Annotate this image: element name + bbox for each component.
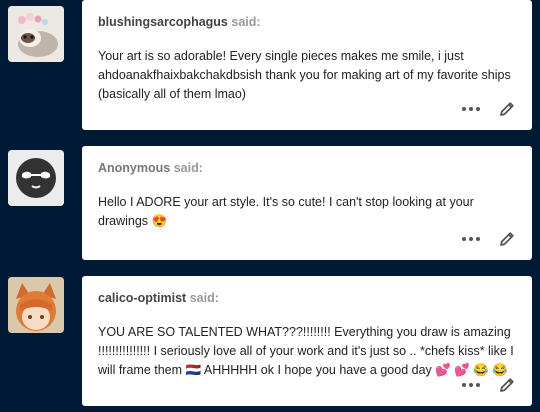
ask-card: calico-optimist said: YOU ARE SO TALENTE…: [82, 276, 532, 406]
sunglasses-anon-icon: [8, 150, 64, 206]
ask-actions: [462, 376, 516, 394]
said-label: said:: [173, 161, 203, 175]
ask-actions: [462, 100, 516, 118]
ask-header: Anonymous said:: [98, 161, 515, 175]
avatar-calico-optimist[interactable]: [8, 277, 64, 333]
edit-pencil-icon[interactable]: [498, 376, 516, 394]
more-options-icon[interactable]: [462, 383, 480, 387]
avatar-blushingsarcophagus[interactable]: [8, 6, 64, 62]
ask-body: Hello I ADORE your art style. It's so cu…: [98, 195, 474, 228]
edit-pencil-icon[interactable]: [498, 100, 516, 118]
ask-actions: [462, 230, 516, 248]
asker-name[interactable]: calico-optimist: [98, 291, 186, 305]
more-options-icon[interactable]: [462, 237, 480, 241]
avatar-anonymous[interactable]: [8, 150, 64, 206]
said-label: said:: [231, 15, 261, 29]
ask-card: Anonymous said: Hello I ADORE your art s…: [82, 146, 532, 260]
said-label: said:: [189, 291, 219, 305]
ask-body: YOU ARE SO TALENTED WHAT???!!!!!!!! Ever…: [98, 325, 514, 377]
ask-header: blushingsarcophagus said:: [98, 15, 515, 29]
anime-cat-ear-character-icon: [8, 277, 64, 333]
ask-body: Your art is so adorable! Every single pi…: [98, 49, 511, 101]
more-options-icon[interactable]: [462, 107, 480, 111]
ask-header: calico-optimist said:: [98, 291, 515, 305]
ask-card: blushingsarcophagus said: Your art is so…: [82, 0, 532, 130]
asker-name[interactable]: blushingsarcophagus: [98, 15, 228, 29]
ferret-with-flower-crown-icon: [8, 6, 64, 62]
edit-pencil-icon[interactable]: [498, 230, 516, 248]
asker-name: Anonymous: [98, 161, 171, 175]
